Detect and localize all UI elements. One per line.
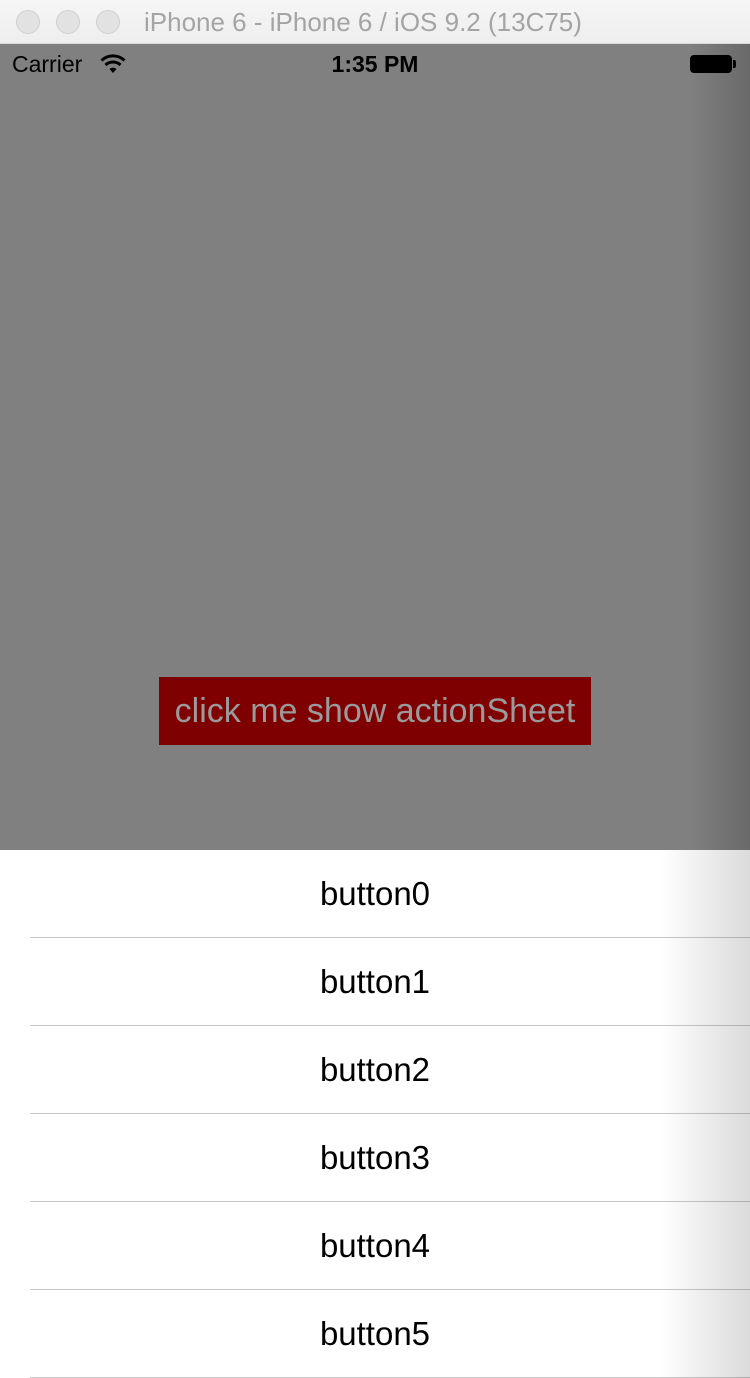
simulator-window: iPhone 6 - iPhone 6 / iOS 9.2 (13C75) Ca… — [0, 0, 750, 1378]
action-sheet: button0 button1 button2 button3 button4 … — [0, 850, 750, 1378]
device-screen: Carrier 1:35 PM click me show actionShee… — [0, 44, 750, 850]
action-sheet-button-3[interactable]: button3 — [0, 1114, 750, 1202]
screen-edge-shadow — [690, 44, 750, 850]
action-sheet-button-5[interactable]: button5 — [0, 1290, 750, 1378]
action-sheet-button-4[interactable]: button4 — [0, 1202, 750, 1290]
zoom-window-button[interactable] — [96, 10, 120, 34]
close-window-button[interactable] — [16, 10, 40, 34]
window-titlebar: iPhone 6 - iPhone 6 / iOS 9.2 (13C75) — [0, 0, 750, 44]
status-time: 1:35 PM — [331, 51, 419, 77]
action-sheet-button-2[interactable]: button2 — [0, 1026, 750, 1114]
action-sheet-button-0[interactable]: button0 — [0, 850, 750, 938]
status-bar: Carrier 1:35 PM — [0, 44, 750, 84]
show-action-sheet-button[interactable]: click me show actionSheet — [159, 677, 591, 745]
window-title: iPhone 6 - iPhone 6 / iOS 9.2 (13C75) — [144, 7, 582, 37]
action-sheet-button-1[interactable]: button1 — [0, 938, 750, 1026]
minimize-window-button[interactable] — [56, 10, 80, 34]
